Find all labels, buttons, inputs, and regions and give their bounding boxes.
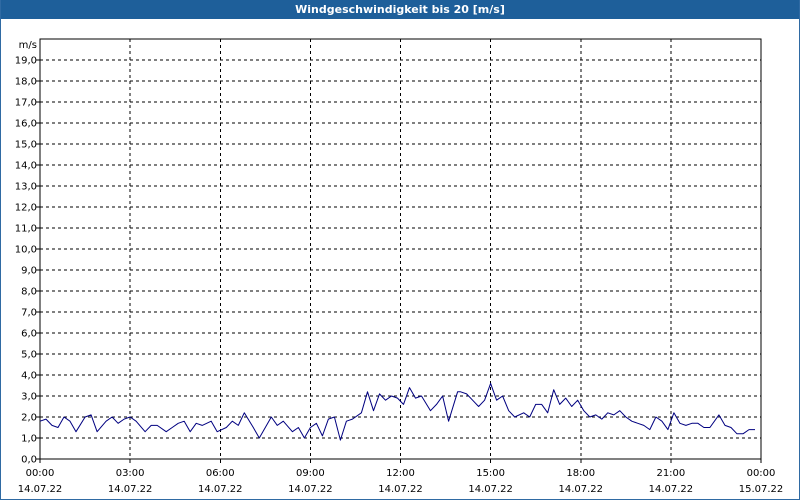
x-tick-date-label: 14.07.22 (378, 484, 423, 495)
x-tick-date-label: 14.07.22 (649, 484, 694, 495)
y-tick-label: 12,0 (15, 203, 37, 214)
x-tick-time-label: 15:00 (476, 468, 505, 479)
y-tick-label: 9,0 (21, 266, 37, 277)
x-tick-time-label: 00:00 (747, 468, 776, 479)
x-tick-date-label: 15.07.22 (739, 484, 784, 495)
x-tick-time-label: 03:00 (116, 468, 145, 479)
x-tick-time-label: 00:00 (26, 468, 55, 479)
y-tick-label: 1,0 (21, 434, 37, 445)
y-tick-label: 10,0 (15, 245, 37, 256)
y-tick-label: 5,0 (21, 350, 37, 361)
y-tick-label: 4,0 (21, 371, 37, 382)
x-tick-date-label: 14.07.22 (558, 484, 603, 495)
x-tick-time-label: 09:00 (296, 468, 325, 479)
x-tick-time-label: 12:00 (386, 468, 415, 479)
x-tick-date-label: 14.07.22 (468, 484, 513, 495)
x-tick-date-label: 14.07.22 (18, 484, 63, 495)
y-tick-label: 14,0 (15, 161, 37, 172)
grid-layer (40, 39, 761, 459)
y-tick-label: 0,0 (21, 455, 37, 466)
y-axis-unit-label: m/s (19, 40, 37, 51)
x-tick-time-label: 06:00 (206, 468, 235, 479)
y-tick-label: 6,0 (21, 329, 37, 340)
chart-plot: 0,0 1,0 2,0 3,0 4,0 5,0 6,0 7,0 8,0 9,0 10,0 11,0 12… (15, 38, 784, 495)
y-tick-label: 11,0 (15, 224, 37, 235)
x-tick-time-label: 21:00 (656, 468, 685, 479)
x-tick-date-label: 14.07.22 (198, 484, 243, 495)
y-tick-label: 19,0 (15, 56, 37, 67)
y-tick-label: 18,0 (15, 77, 37, 88)
y-tick-label: 7,0 (21, 308, 37, 319)
x-tick-time-label: 18:00 (566, 468, 595, 479)
x-tick-date-label: 14.07.22 (288, 484, 333, 495)
y-tick-label: 15,0 (15, 140, 37, 151)
y-tick-label: 8,0 (21, 287, 37, 298)
chart-window: Windgeschwindigkeit bis 20 [m/s] 0,0 1,0 2… (0, 0, 800, 500)
y-tick-label: 3,0 (21, 392, 37, 403)
y-tick-label: 16,0 (15, 119, 37, 130)
y-tick-label: 17,0 (15, 98, 37, 109)
y-tick-label: 13,0 (15, 182, 37, 193)
x-tick-date-label: 14.07.22 (108, 484, 153, 495)
y-tick-label: 2,0 (21, 413, 37, 424)
